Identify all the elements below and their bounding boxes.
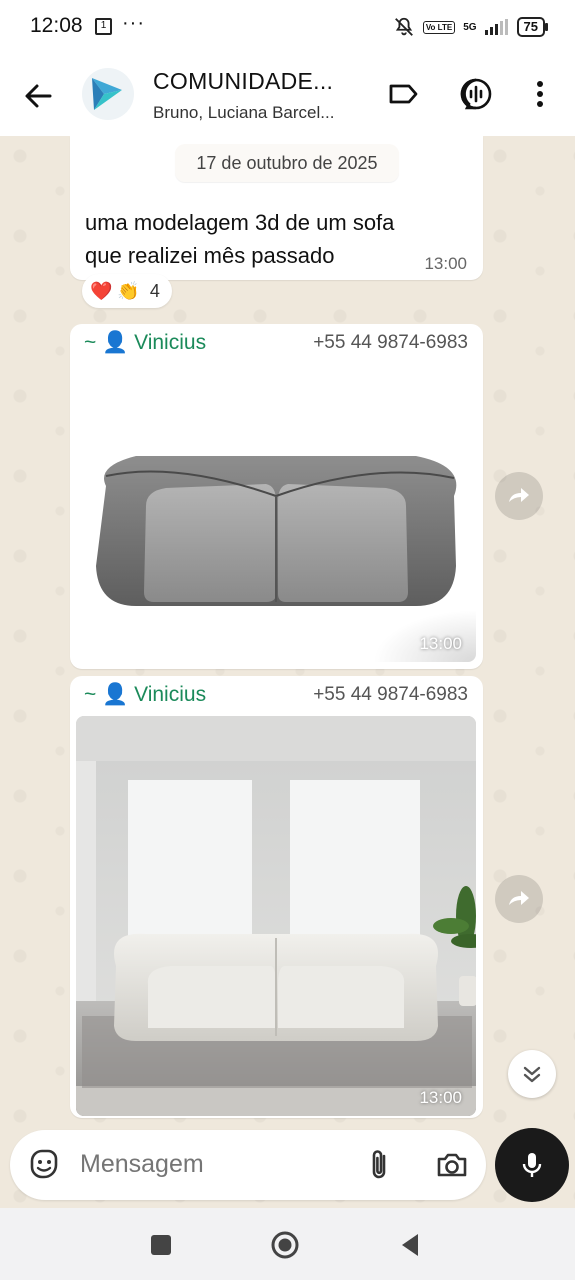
nav-recents-icon[interactable] — [146, 1230, 176, 1260]
group-avatar[interactable] — [82, 68, 134, 120]
date-divider: 17 de outubro de 2025 — [175, 144, 399, 182]
signal-icon — [484, 19, 508, 35]
chat-members[interactable]: Bruno, Luciana Barcel... — [153, 103, 334, 123]
system-nav-bar — [0, 1208, 575, 1280]
message-text: uma modelagem 3d de um sofa que realizei… — [85, 210, 395, 268]
sofa-model-image — [76, 366, 476, 662]
more-vert-icon[interactable] — [522, 76, 558, 112]
camera-icon[interactable] — [434, 1147, 470, 1183]
more-notifications-icon: ··· — [122, 12, 145, 34]
message-time: 13:00 — [419, 634, 462, 653]
sender-name[interactable]: ~ 👤 Vinicius — [84, 683, 206, 707]
reactions-badge[interactable]: ❤️ 👏 4 — [82, 274, 172, 308]
sender-phone: +55 44 9874-6983 — [313, 684, 468, 705]
forward-button[interactable] — [495, 472, 543, 520]
notification-icon: 1 — [95, 18, 112, 35]
voice-chat-icon[interactable] — [458, 76, 494, 112]
message-bubble[interactable]: ~ 👤 Vinicius +55 44 9874-6983 13:00 — [70, 324, 483, 669]
sender-phone: +55 44 9874-6983 — [313, 332, 468, 353]
volte-icon: Vo LTE — [422, 20, 456, 34]
chevron-double-down-icon — [523, 1066, 541, 1083]
status-indicators: Vo LTE 5G 75 — [393, 16, 549, 38]
forward-icon — [509, 488, 529, 502]
attach-icon[interactable] — [362, 1147, 398, 1183]
back-arrow-icon[interactable] — [20, 78, 56, 114]
sticker-icon[interactable] — [26, 1147, 62, 1183]
network-type: 5G — [463, 21, 477, 33]
status-time: 12:08 — [30, 14, 83, 37]
message-time: 13:00 — [419, 1088, 462, 1107]
chat-header: COMUNIDADE... Bruno, Luciana Barcel... — [0, 56, 575, 136]
scroll-to-bottom-button[interactable] — [508, 1050, 556, 1098]
chat-title[interactable]: COMUNIDADE... — [153, 68, 333, 95]
sofa-room-image — [76, 716, 476, 1116]
reaction-emojis: ❤️ 👏 — [90, 280, 140, 301]
label-icon[interactable] — [385, 76, 421, 112]
community-logo-icon — [92, 78, 122, 110]
forward-icon — [509, 891, 529, 905]
nav-back-icon[interactable] — [396, 1230, 426, 1260]
message-time: 13:00 — [424, 254, 467, 273]
mic-icon — [522, 1153, 542, 1177]
chat-area[interactable]: uma modelagem 3d de um sofa que realizei… — [0, 136, 575, 1208]
nav-home-icon[interactable] — [270, 1230, 300, 1260]
message-composer — [10, 1130, 486, 1200]
mic-button[interactable] — [495, 1128, 569, 1202]
image-attachment[interactable]: 13:00 — [76, 716, 476, 1116]
sender-name[interactable]: ~ 👤 Vinicius — [84, 331, 206, 355]
battery-indicator: 75 — [516, 17, 549, 37]
status-bar: 12:08 1 ··· Vo LTE 5G 75 — [0, 0, 575, 56]
image-attachment[interactable]: 13:00 — [76, 366, 476, 662]
message-bubble[interactable]: ~ 👤 Vinicius +55 44 9874-6983 13:00 — [70, 676, 483, 1118]
reaction-count: 4 — [149, 280, 160, 301]
mute-icon — [394, 17, 413, 36]
forward-button[interactable] — [495, 875, 543, 923]
message-input[interactable] — [80, 1150, 340, 1179]
